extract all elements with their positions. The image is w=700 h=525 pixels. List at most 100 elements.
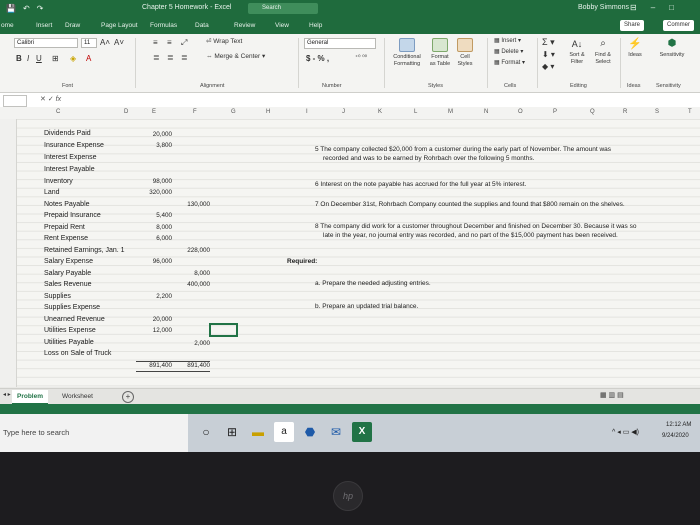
tab-insert[interactable]: Insert [36, 22, 52, 29]
add-sheet-button[interactable]: + [122, 391, 134, 403]
column-header[interactable]: M [448, 109, 453, 115]
column-header[interactable]: G [231, 109, 236, 115]
column-header[interactable]: R [623, 109, 627, 115]
font-size-select[interactable]: 11 [81, 38, 97, 48]
account-label[interactable]: Dividends Paid [44, 130, 91, 137]
bold-icon[interactable]: B [16, 54, 22, 63]
column-header[interactable]: F [193, 109, 197, 115]
comments-button[interactable]: Commer [663, 20, 695, 31]
credit-cell[interactable]: 8,000 [160, 270, 210, 277]
debit-cell[interactable]: 12,000 [122, 327, 172, 334]
cell-styles-button[interactable]: Cell Styles [454, 38, 476, 68]
note-5-line-1[interactable]: 5 The company collected $20,000 from a c… [315, 146, 611, 153]
account-label[interactable]: Utilities Expense [44, 327, 96, 334]
column-header[interactable]: T [688, 109, 692, 115]
debit-cell[interactable]: 98,000 [122, 178, 172, 185]
save-icon[interactable]: 💾 [6, 4, 16, 13]
font-name-select[interactable]: Calibri [14, 38, 78, 48]
note-8-line-1[interactable]: 8 The company did work for a customer th… [315, 223, 636, 230]
sensitivity-button[interactable]: ⬢ Sensitivity [652, 38, 692, 59]
sheet-tab-worksheet[interactable]: Worksheet [57, 390, 98, 403]
account-label[interactable]: Prepaid Insurance [44, 212, 101, 219]
required-heading[interactable]: Required: [287, 258, 317, 265]
tab-data[interactable]: Data [195, 22, 209, 29]
account-label[interactable]: Land [44, 189, 60, 196]
underline-icon[interactable]: U [36, 54, 42, 63]
tab-page-layout[interactable]: Page Layout [101, 22, 138, 29]
delete-cells-button[interactable]: ▦ Delete ▾ [494, 48, 523, 55]
maximize-icon[interactable]: □ [669, 3, 674, 12]
align-middle-icon[interactable]: ≡ [167, 38, 172, 47]
ribbon-display-icon[interactable]: ⊟ [630, 3, 637, 12]
task-view-icon[interactable]: ⊞ [222, 422, 242, 442]
credit-cell[interactable]: 2,000 [160, 340, 210, 347]
column-header[interactable]: Q [590, 109, 595, 115]
undo-icon[interactable]: ↶ [23, 4, 30, 13]
find-select-button[interactable]: ⌕ Find & Select [590, 38, 616, 66]
debit-cell[interactable]: 20,000 [122, 131, 172, 138]
tab-draw[interactable]: Draw [65, 22, 80, 29]
account-label[interactable]: Utilities Payable [44, 339, 94, 346]
requirement-b[interactable]: b. Prepare an updated trial balance. [315, 303, 418, 310]
borders-icon[interactable]: ⊞ [52, 54, 59, 63]
excel-taskbar-icon[interactable]: X [352, 422, 372, 442]
redo-icon[interactable]: ↷ [37, 4, 44, 13]
conditional-formatting-button[interactable]: Conditional Formatting [388, 38, 426, 68]
account-label[interactable]: Unearned Revenue [44, 316, 105, 323]
credit-cell[interactable]: 228,000 [160, 247, 210, 254]
account-label[interactable]: Supplies [44, 293, 71, 300]
fill-icon[interactable]: ⬇ ▾ [542, 50, 555, 59]
debit-cell[interactable]: 5,400 [122, 212, 172, 219]
debit-cell[interactable]: 6,000 [122, 235, 172, 242]
tab-view[interactable]: View [275, 22, 289, 29]
account-label[interactable]: Salary Expense [44, 258, 93, 265]
shrink-font-icon[interactable]: A˅ [114, 38, 124, 47]
column-header[interactable]: I [306, 109, 308, 115]
note-5-line-2[interactable]: recorded and was to be earned by Rohrbac… [323, 155, 534, 162]
column-header[interactable]: S [655, 109, 659, 115]
insert-cells-button[interactable]: ▦ Insert ▾ [494, 37, 521, 44]
requirement-a[interactable]: a. Prepare the needed adjusting entries. [315, 280, 431, 287]
clear-icon[interactable]: ◆ ▾ [542, 62, 554, 71]
number-format-select[interactable]: General [304, 38, 376, 49]
debit-cell[interactable]: 20,000 [122, 316, 172, 323]
align-center-icon[interactable]: ≣ [167, 53, 174, 62]
account-label[interactable]: Inventory [44, 178, 73, 185]
note-8-line-2[interactable]: late in the year, no journal entry was r… [323, 232, 618, 239]
decimal-icon[interactable]: ⁺⁰ ⁰⁰ [355, 54, 367, 61]
dropbox-icon[interactable]: ⬣ [300, 422, 320, 442]
account-label[interactable]: Rent Expense [44, 235, 88, 242]
sheet-nav-icon[interactable]: ◂ ▸ [3, 391, 11, 398]
format-as-table-button[interactable]: Format as Table [428, 38, 452, 68]
sheet-tab-problem[interactable]: Problem [12, 390, 49, 405]
note-7[interactable]: 7 On December 31st, Rohrbach Company cou… [315, 201, 625, 208]
column-header[interactable]: H [266, 109, 270, 115]
debit-cell[interactable]: 8,000 [122, 224, 172, 231]
minimize-icon[interactable]: – [651, 3, 655, 12]
user-name[interactable]: Bobby Simmons [578, 4, 629, 11]
amazon-icon[interactable]: a [274, 422, 294, 442]
column-header[interactable]: C [56, 109, 60, 115]
selected-cell[interactable] [209, 323, 238, 337]
credit-cell[interactable]: 400,000 [160, 281, 210, 288]
taskbar-search-box[interactable]: Type here to search [0, 414, 188, 452]
column-header[interactable]: O [518, 109, 523, 115]
view-mode-icons[interactable]: ▦ ▥ ▤ [600, 391, 624, 399]
align-left-icon[interactable]: ≣ [153, 53, 160, 62]
wrap-text-button[interactable]: ⏎ Wrap Text [206, 37, 242, 45]
account-label[interactable]: Loss on Sale of Truck [44, 350, 111, 357]
enter-icon[interactable]: ✓ [48, 96, 56, 103]
debit-cell[interactable]: 320,000 [122, 189, 172, 196]
debit-cell[interactable]: 3,800 [122, 142, 172, 149]
account-label[interactable]: Interest Payable [44, 166, 95, 173]
cortana-icon[interactable]: ○ [196, 422, 216, 442]
column-header[interactable]: N [484, 109, 488, 115]
ideas-button[interactable]: ⚡ Ideas [623, 38, 647, 59]
share-button[interactable]: Share [620, 20, 645, 31]
tab-formulas[interactable]: Formulas [150, 22, 177, 29]
account-label[interactable]: Supplies Expense [44, 304, 100, 311]
debit-cell[interactable]: 96,000 [122, 258, 172, 265]
tab-help[interactable]: Help [309, 22, 322, 29]
clock-time[interactable]: 12:12 AM [666, 422, 691, 428]
column-header[interactable]: J [342, 109, 345, 115]
